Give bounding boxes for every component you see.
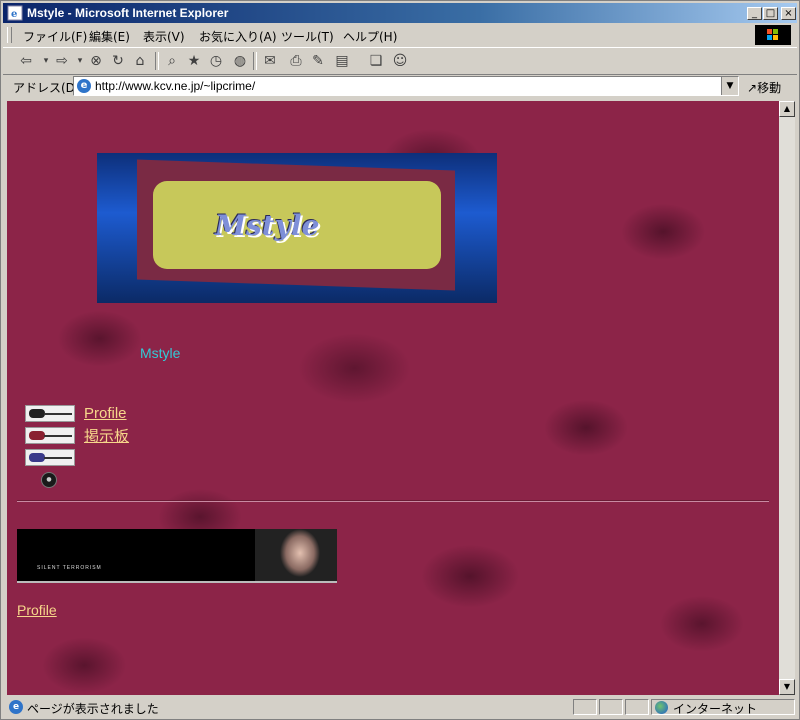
refresh-icon[interactable]: ↻	[109, 52, 127, 70]
photo-caption: SILENT TERRORISM	[37, 565, 102, 571]
messenger-icon[interactable]: ☺	[391, 52, 409, 70]
address-bar: アドレス(D) e http://www.kcv.ne.jp/~lipcrime…	[3, 74, 797, 98]
photo-banner-image: SILENT TERRORISM	[17, 529, 337, 583]
page-loaded-icon: e	[9, 700, 23, 714]
browser-window: e Mstyle - Microsoft Internet Explorer _…	[0, 0, 800, 720]
menu-view[interactable]: 表示(V)	[143, 28, 185, 45]
menu-help[interactable]: ヘルプ(H)	[343, 28, 397, 45]
go-label: 移動	[757, 81, 782, 95]
windows-logo-icon	[755, 25, 791, 45]
portrait-photo	[255, 529, 337, 581]
site-name: Mstyle	[140, 345, 181, 361]
stop-icon[interactable]: ⊗	[87, 52, 105, 70]
menu-grip[interactable]	[7, 27, 12, 43]
guitar-icon	[25, 427, 75, 444]
horizontal-rule	[17, 500, 769, 502]
history-icon[interactable]: ◷	[207, 52, 225, 70]
scroll-down-icon[interactable]: ▼	[779, 679, 795, 695]
menu-edit[interactable]: 編集(E)	[89, 28, 130, 45]
guitar-icon	[25, 405, 75, 422]
favorites-icon[interactable]: ★	[185, 52, 203, 70]
mstyle-banner-image: Mstyle	[97, 153, 497, 303]
mail-icon[interactable]: ✉	[261, 52, 279, 70]
search-icon[interactable]: ⌕	[163, 52, 181, 70]
status-pane	[599, 699, 623, 715]
toolbar-separator	[253, 52, 257, 70]
go-button[interactable]: ↗移動	[747, 79, 781, 96]
title-bar[interactable]: e Mstyle - Microsoft Internet Explorer _…	[3, 3, 797, 23]
minimize-button[interactable]: _	[747, 7, 762, 20]
internet-zone-icon	[655, 701, 668, 714]
ie-page-icon: e	[77, 79, 91, 93]
home-icon[interactable]: ⌂	[131, 52, 149, 70]
toolbar-separator	[155, 52, 159, 70]
nav-link-profile[interactable]: Profile	[84, 405, 127, 422]
zone-label: インターネット	[673, 702, 758, 716]
status-text: ページが表示されました	[27, 702, 159, 716]
globe-icon[interactable]: ◍	[231, 52, 249, 70]
menu-bar: ファイル(F) 編集(E) 表示(V) お気に入り(A) ツール(T) ヘルプ(…	[3, 24, 797, 46]
status-pane	[625, 699, 649, 715]
scroll-up-icon[interactable]: ▲	[779, 101, 795, 117]
profile-link-bottom[interactable]: Profile	[17, 602, 57, 618]
back-icon[interactable]: ⇦	[17, 52, 35, 70]
window-title: Mstyle - Microsoft Internet Explorer	[27, 6, 229, 20]
standard-toolbar: ⇦ ▾ ⇨ ▾ ⊗ ↻ ⌂ ⌕ ★ ◷ ◍ ✉ ⎙ ✎ ▤ ❏ ☺	[3, 47, 797, 75]
status-bar: e ページが表示されました インターネット	[3, 697, 797, 717]
address-url[interactable]: http://www.kcv.ne.jp/~lipcrime/	[95, 79, 255, 93]
close-button[interactable]: ×	[781, 7, 796, 20]
counter-badge-icon: ●	[41, 472, 57, 488]
edit-icon[interactable]: ✎	[309, 52, 327, 70]
menu-file[interactable]: ファイル(F)	[23, 28, 87, 45]
nav-link-bbs[interactable]: 掲示板	[84, 425, 129, 446]
address-dropdown-icon[interactable]: ▼	[721, 77, 738, 95]
vertical-scrollbar[interactable]: ▲ ▼	[779, 101, 795, 695]
research-icon[interactable]: ❏	[367, 52, 385, 70]
svg-text:e: e	[11, 9, 17, 20]
status-pane	[573, 699, 597, 715]
banner-logo-text: Mstyle	[215, 209, 320, 242]
discuss-icon[interactable]: ▤	[333, 52, 351, 70]
maximize-button[interactable]: □	[763, 7, 778, 20]
guitar-icon	[25, 449, 75, 466]
print-icon[interactable]: ⎙	[287, 52, 305, 70]
address-input[interactable]: e http://www.kcv.ne.jp/~lipcrime/ ▼	[73, 76, 739, 96]
page-viewport: Mstyle Mstyle Profile 掲示板 ● SILENT TERRO…	[7, 101, 779, 695]
address-label: アドレス(D)	[13, 81, 80, 95]
ie-app-icon: e	[7, 5, 23, 21]
forward-icon[interactable]: ⇨	[53, 52, 71, 70]
menu-tools[interactable]: ツール(T)	[281, 28, 334, 45]
menu-favorites[interactable]: お気に入り(A)	[199, 28, 277, 45]
